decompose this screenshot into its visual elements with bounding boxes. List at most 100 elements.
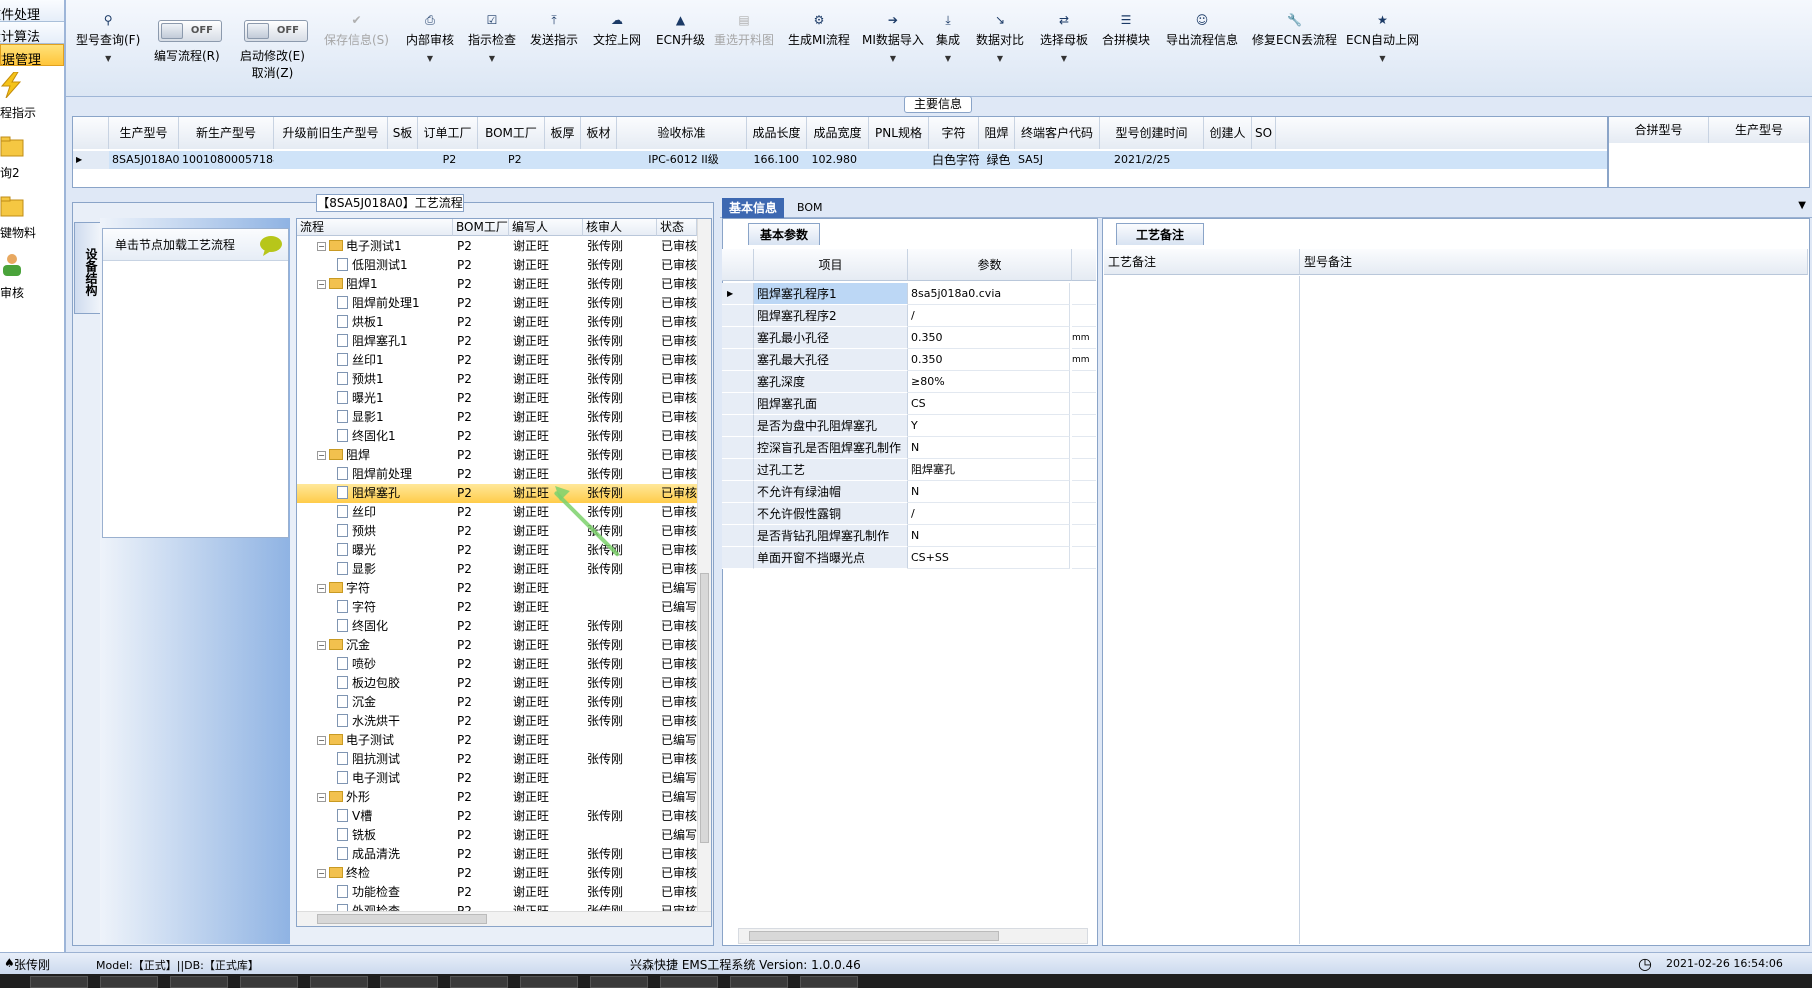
tab-basic-info[interactable]: 基本信息	[722, 198, 785, 218]
tree-folder-row[interactable]: − 电子测试1 P2 谢正旺 张传刚 已审核	[297, 237, 697, 256]
tree-node-row[interactable]: 水洗烘干 P2 谢正旺 张传刚 已审核	[297, 712, 697, 731]
col-header[interactable]: 参数	[908, 249, 1072, 281]
col-header[interactable]: 终端客户代码	[1015, 117, 1100, 149]
col-header[interactable]: 型号创建时间	[1100, 117, 1204, 149]
fix-ecn-flow-button[interactable]: 🔧 修复ECN丢流程	[1252, 12, 1337, 48]
param-value[interactable]: N	[908, 525, 1070, 547]
nav-item-design[interactable]: 设计算法	[0, 22, 64, 44]
param-value[interactable]: Y	[908, 415, 1070, 437]
collapse-icon[interactable]: −	[317, 869, 326, 878]
collapse-icon[interactable]: −	[317, 280, 326, 289]
horizontal-scrollbar[interactable]	[297, 911, 711, 926]
param-value[interactable]: CS	[908, 393, 1070, 415]
taskbar-item[interactable]	[310, 976, 368, 988]
collapse-icon[interactable]: −	[317, 793, 326, 802]
col-header[interactable]: 板厚	[545, 117, 581, 149]
col-header[interactable]: 生产型号	[109, 117, 179, 149]
save-info-button[interactable]: ✔ 保存信息(S)	[324, 12, 389, 48]
col-header[interactable]: 状态	[657, 219, 697, 236]
mi-data-import-button[interactable]: ➔ MI数据导入 ▼	[862, 12, 924, 63]
col-header[interactable]: 生产型号	[1709, 117, 1809, 143]
col-header[interactable]: 创建人	[1204, 117, 1252, 149]
taskbar-item[interactable]	[800, 976, 858, 988]
col-header[interactable]: 流程	[297, 219, 453, 236]
col-header[interactable]: 阻焊	[979, 117, 1015, 149]
param-value[interactable]: 8sa5j018a0.cvia	[908, 283, 1070, 305]
col-header[interactable]: BOM工厂	[453, 219, 509, 236]
param-row[interactable]: 塞孔最小孔径 0.350 mm	[722, 327, 1096, 349]
nav-item-key-material[interactable]: 关键物料	[0, 192, 60, 246]
param-value[interactable]: N	[908, 481, 1070, 503]
tree-node-row[interactable]: V槽 P2 谢正旺 张传刚 已审核	[297, 807, 697, 826]
tab-process-remark[interactable]: 工艺备注	[1116, 223, 1204, 245]
col-header[interactable]: 成品宽度	[807, 117, 869, 149]
tree-node-row[interactable]: 铣板 P2 谢正旺 已编写	[297, 826, 697, 845]
tree-node-row[interactable]: 曝光 P2 谢正旺 张传刚 已审核	[297, 541, 697, 560]
param-value[interactable]: 0.350	[908, 327, 1070, 349]
internal-review-button[interactable]: ⎙ 内部审核 ▼	[406, 12, 454, 63]
tree-node-row[interactable]: 预烘1 P2 谢正旺 张传刚 已审核	[297, 370, 697, 389]
param-row[interactable]: 阻焊塞孔程序2/	[722, 305, 1096, 327]
collapse-icon[interactable]: −	[317, 584, 326, 593]
tree-node-row[interactable]: 低阻测试1 P2 谢正旺 张传刚 已审核	[297, 256, 697, 275]
tree-node-row[interactable]: 电子测试 P2 谢正旺 已编写	[297, 769, 697, 788]
param-value[interactable]: CS+SS	[908, 547, 1070, 569]
param-value[interactable]: ≥80%	[908, 371, 1070, 393]
col-header[interactable]: PNL规格	[869, 117, 929, 149]
doc-online-button[interactable]: ☁ 文控上网	[593, 12, 641, 48]
nav-item-file[interactable]: 文件处理	[0, 0, 64, 22]
tree-folder-row[interactable]: − 沉金 P2 谢正旺 张传刚 已审核	[297, 636, 697, 655]
tree-folder-row[interactable]: − 终检 P2 谢正旺 张传刚 已审核	[297, 864, 697, 883]
scroll-thumb[interactable]	[749, 931, 999, 941]
tree-node-row[interactable]: 阻焊塞孔1 P2 谢正旺 张传刚 已审核	[297, 332, 697, 351]
param-value[interactable]: 0.350	[908, 349, 1070, 371]
tree-node-row[interactable]: 显影1 P2 谢正旺 张传刚 已审核	[297, 408, 697, 427]
collapse-icon[interactable]: −	[317, 451, 326, 460]
tree-node-row[interactable]: 沉金 P2 谢正旺 张传刚 已审核	[297, 693, 697, 712]
taskbar-item[interactable]	[590, 976, 648, 988]
nav-item-data-manage[interactable]: 数据管理	[0, 44, 64, 66]
nav-item-review[interactable]: 单审核	[0, 252, 60, 306]
col-header[interactable]: SO	[1252, 117, 1276, 149]
tree-folder-row[interactable]: − 字符 P2 谢正旺 已编写	[297, 579, 697, 598]
taskbar-item[interactable]	[450, 976, 508, 988]
tab-bom[interactable]: BOM	[790, 198, 830, 218]
instruction-check-button[interactable]: ☑ 指示检查 ▼	[468, 12, 516, 63]
taskbar-item[interactable]	[100, 976, 158, 988]
col-header[interactable]: 编写人	[509, 219, 583, 236]
param-value[interactable]: /	[908, 305, 1070, 327]
col-header[interactable]: 型号备注	[1300, 249, 1808, 275]
ecn-upgrade-button[interactable]: ▲ ECN升级	[656, 12, 705, 48]
param-row[interactable]: 是否背钻孔阻焊塞孔制作 N	[722, 525, 1096, 547]
tree-node-row[interactable]: 板边包胶 P2 谢正旺 张传刚 已审核	[297, 674, 697, 693]
param-row[interactable]: 不允许假性露铜 /	[722, 503, 1096, 525]
param-row[interactable]: ▶ 阻焊塞孔程序1 8sa5j018a0.cvia	[722, 283, 1096, 305]
param-value[interactable]: N	[908, 437, 1070, 459]
collapse-icon[interactable]: −	[317, 242, 326, 251]
param-row[interactable]: 控深盲孔是否阻焊塞孔制作 N	[722, 437, 1096, 459]
taskbar-item[interactable]	[240, 976, 298, 988]
reselect-cutting-button[interactable]: ▤ 重选开料图	[714, 12, 774, 48]
horizontal-scrollbar[interactable]	[738, 928, 1088, 944]
tree-node-row[interactable]: 阻焊塞孔 P2 谢正旺 张传刚 已审核	[297, 484, 697, 503]
write-flow-toggle[interactable]: OFF	[158, 20, 222, 42]
nav-item-flow-indicator[interactable]: 流程指示	[0, 72, 60, 126]
nav-item-query2[interactable]: 查询2	[0, 132, 60, 186]
col-header[interactable]: 字符	[929, 117, 979, 149]
tree-node-row[interactable]: 阻抗测试 P2 谢正旺 张传刚 已审核	[297, 750, 697, 769]
tree-folder-row[interactable]: − 外形 P2 谢正旺 已编写	[297, 788, 697, 807]
tree-node-row[interactable]: 阻焊前处理1 P2 谢正旺 张传刚 已审核	[297, 294, 697, 313]
param-row[interactable]: 是否为盘中孔阻焊塞孔 Y	[722, 415, 1096, 437]
col-header[interactable]: 工艺备注	[1104, 249, 1300, 275]
tree-node-row[interactable]: 阻焊前处理 P2 谢正旺 张传刚 已审核	[297, 465, 697, 484]
col-header[interactable]: 新生产型号	[179, 117, 274, 149]
col-header[interactable]: 项目	[754, 249, 908, 281]
tree-folder-row[interactable]: − 阻焊 P2 谢正旺 张传刚 已审核	[297, 446, 697, 465]
tab-basic-params[interactable]: 基本参数	[748, 223, 820, 245]
start-modify-toggle[interactable]: OFF	[244, 20, 308, 42]
taskbar-item[interactable]	[30, 976, 88, 988]
tree-node-row[interactable]: 终固化1 P2 谢正旺 张传刚 已审核	[297, 427, 697, 446]
model-query-button[interactable]: ⚲ 型号查询(F) ▼	[76, 12, 140, 63]
col-header[interactable]: 板材	[581, 117, 617, 149]
taskbar-item[interactable]	[380, 976, 438, 988]
